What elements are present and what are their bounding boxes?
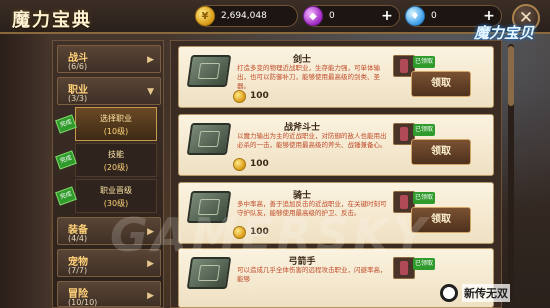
category-count: (3/3) [68,94,88,103]
gem-icon: ◆ [303,6,323,26]
reward-value: 100 [250,159,269,169]
card-description: 多中率高，善于追加反击的近战职业，在关键时刻可守护队友，能够使用最高级的护卫、反… [237,200,387,217]
complete-badge: 完成 [55,150,77,170]
reward-value: 100 [250,91,269,101]
category-count: (10/10) [68,298,98,307]
list-scrollbar[interactable] [508,44,514,300]
subitem-name: 技能 [108,150,124,159]
currency-gem: ◆ 0 + [303,5,400,27]
coin-icon: ¥ [195,6,215,26]
subitem-level: (30级) [103,199,129,208]
sidebar-subitem-promotion[interactable]: 职业晋级 (30级) [75,179,157,213]
claim-button[interactable]: 领取 [411,139,471,165]
gem-value: 0 [329,11,335,21]
chevron-right-icon: ▶ [147,291,154,301]
achievement-card-archer: 弓箭手 可以造成几乎全体伤害的远程攻击职业，闪避率高，能够 已领取 [178,248,494,308]
complete-badge: 完成 [55,186,77,206]
subitem-name: 选择职业 [100,114,132,123]
page-title: 魔力宝典 [12,10,92,31]
complete-badge: 完成 [55,114,77,134]
chevron-right-icon: ▶ [147,227,154,237]
sidebar-item-equipment[interactable]: 装备 (4/4) ▶ [57,217,161,245]
sidebar-subitem-choose-profession[interactable]: 选择职业 (10级) [75,107,157,141]
category-count: (6/6) [68,62,88,71]
category-sidebar: 战斗 (6/6) ▶ 职业 (3/3) ▼ 选择职业 (10级) 完成 技能 (… [52,40,164,308]
chevron-down-icon: ▼ [147,87,154,97]
sidebar-item-profession[interactable]: 职业 (3/3) ▼ [57,77,161,105]
top-bar: 魔力宝典 ¥ 2,694,048 ◆ 0 + ♦ 0 + ✕ [0,0,550,34]
card-description: 可以造成几乎全体伤害的远程攻击职业，闪避率高，能够 [237,266,387,283]
coin-icon [233,158,246,171]
category-count: (4/4) [68,234,88,243]
claim-button[interactable]: 领取 [411,207,471,233]
reward-item-icon[interactable] [393,257,415,279]
received-badge: 已领取 [413,56,435,68]
claim-button[interactable]: 领取 [411,71,471,97]
card-description: 以魔力输出为主的近战职业，对防御的敌人也能用出必杀的一击，能够使用最高级的斧头、… [237,132,387,149]
diamond-value: 0 [431,11,437,21]
coin-icon [233,90,246,103]
sidebar-item-adventure[interactable]: 冒险 (10/10) ▶ [57,281,161,307]
received-badge: 已领取 [413,258,435,270]
subitem-level: (10级) [103,127,129,136]
achievement-card-axe-fighter: 战斧斗士 以魔力输出为主的近战职业，对防御的敌人也能用出必杀的一击，能够使用最高… [178,114,494,176]
card-description: 打造多变的物理近战职业，生存能力强，可单体输出，也可以防御补刀，能够使用最高级的… [237,64,380,90]
received-badge: 已领取 [413,124,435,136]
subitem-level: (20级) [103,163,129,172]
sidebar-subitem-skills[interactable]: 技能 (20级) [75,143,157,177]
received-badge: 已领取 [413,192,435,204]
left-decoration [0,34,50,308]
chevron-right-icon: ▶ [147,55,154,65]
category-count: (7/7) [68,266,88,275]
achievement-card-knight: 骑士 多中率高，善于追加反击的近战职业，在关键时刻可守护队友，能够使用最高级的护… [178,182,494,244]
sidebar-item-battle[interactable]: 战斗 (6/6) ▶ [57,45,161,73]
scrollbar-thumb[interactable] [508,46,514,106]
gold-value: 2,694,048 [221,11,267,21]
subitem-name: 职业晋级 [100,186,132,195]
achievement-card-swordsman: 剑士 打造多变的物理近战职业，生存能力强，可单体输出，也可以防御补刀，能够使用最… [178,46,494,108]
currency-gold: ¥ 2,694,048 [195,5,298,27]
reward-value: 100 [250,227,269,237]
coin-icon [233,226,246,239]
diamond-icon: ♦ [405,6,425,26]
chevron-right-icon: ▶ [147,259,154,269]
add-gem-button[interactable]: + [379,9,395,25]
sidebar-item-pets[interactable]: 宠物 (7/7) ▶ [57,249,161,277]
